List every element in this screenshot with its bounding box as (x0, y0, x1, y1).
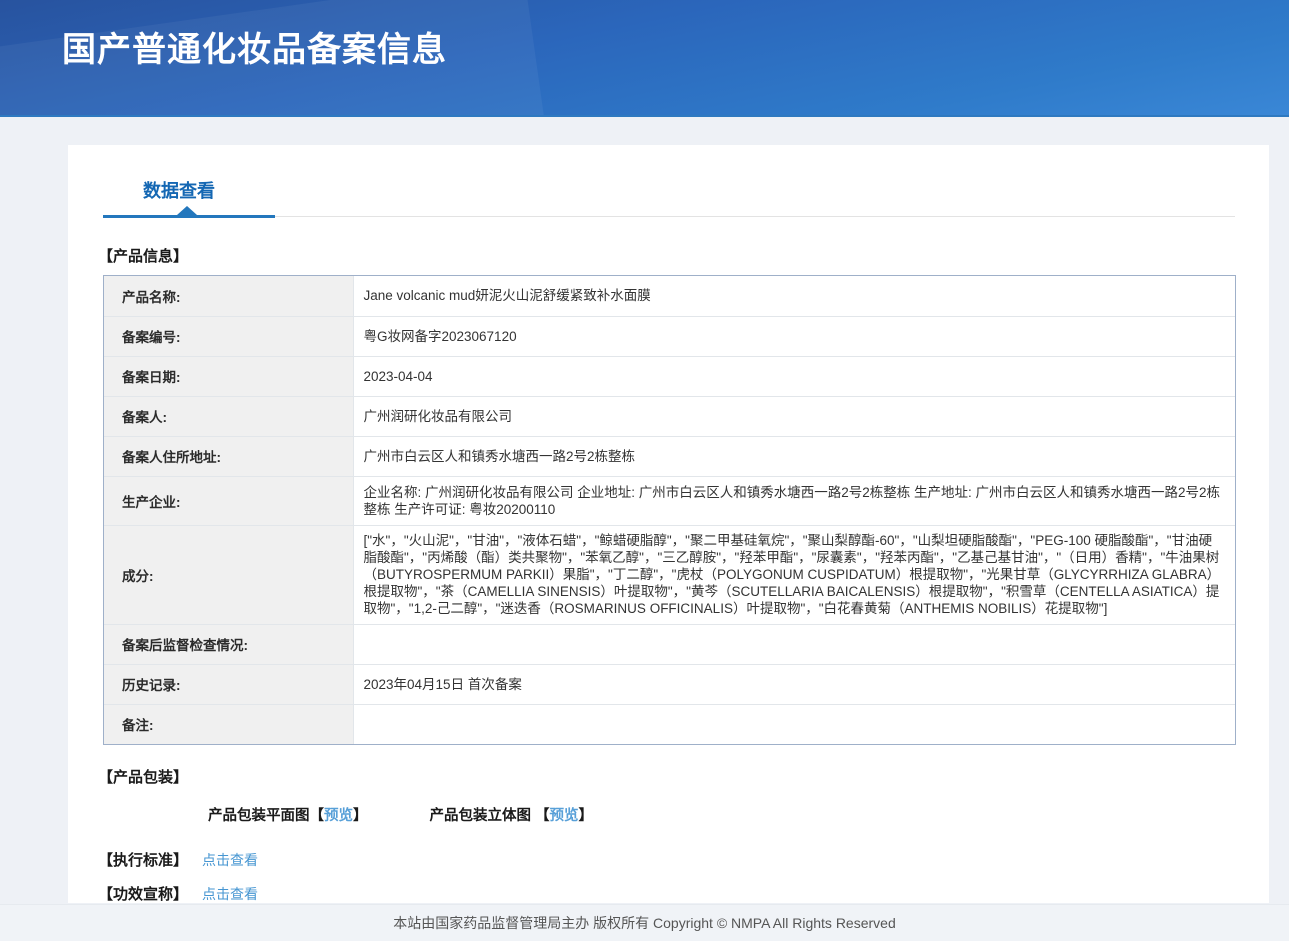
row-value: 企业名称: 广州润研化妆品有限公司 企业地址: 广州市白云区人和镇秀水塘西一路2… (353, 476, 1235, 525)
page-header: 国产普通化妆品备案信息 (0, 0, 1289, 117)
row-label: 成分: (104, 525, 353, 624)
section-title-efficacy: 【功效宣称】 (98, 886, 188, 903)
row-label: 备注: (104, 704, 353, 744)
packaging-previews: 产品包装平面图【预览】产品包装立体图 【预览】 (208, 804, 1269, 825)
row-label: 历史记录: (104, 664, 353, 704)
table-row-history: 历史记录: 2023年04月15日 首次备案 (104, 664, 1235, 704)
row-label: 备案编号: (104, 316, 353, 356)
table-row-registration-date: 备案日期: 2023-04-04 (104, 356, 1235, 396)
content-card: 数据查看 【产品信息】 产品名称: Jane volcanic mud妍泥火山泥… (68, 145, 1269, 903)
row-value (353, 624, 1235, 664)
bracket: 【 (535, 808, 550, 824)
nmpa-registration-page: { "header": { "title": "国产普通化妆品备案信息" }, … (0, 0, 1289, 941)
row-value: 广州市白云区人和镇秀水塘西一路2号2栋整栋 (353, 436, 1235, 476)
row-label: 备案人住所地址: (104, 436, 353, 476)
bracket: 】 (579, 808, 594, 824)
standard-row: 【执行标准】点击查看 (98, 849, 1269, 870)
page-title: 国产普通化妆品备案信息 (62, 22, 447, 71)
tab-active-caret-icon (177, 206, 197, 215)
table-row-registrant-address: 备案人住所地址: 广州市白云区人和镇秀水塘西一路2号2栋整栋 (104, 436, 1235, 476)
row-value: 2023年04月15日 首次备案 (353, 664, 1235, 704)
packaging-stereo-preview-link[interactable]: 预览 (550, 808, 579, 824)
tab-active-underline (103, 215, 275, 218)
product-info-table: 产品名称: Jane volcanic mud妍泥火山泥舒缓紧致补水面膜 备案编… (103, 275, 1236, 745)
section-title-packaging: 【产品包装】 (98, 766, 1269, 787)
packaging-flat-preview-link[interactable]: 预览 (324, 808, 353, 824)
table-row-registration-number: 备案编号: 粤G妆网备字2023067120 (104, 316, 1235, 356)
efficacy-row: 【功效宣称】点击查看 (98, 883, 1269, 904)
tab-data-view[interactable]: 数据查看 (143, 177, 215, 203)
page-footer: 本站由国家药品监督管理局主办 版权所有 Copyright © NMPA All… (0, 904, 1289, 941)
row-value: 广州润研化妆品有限公司 (353, 396, 1235, 436)
standard-view-link[interactable]: 点击查看 (202, 852, 258, 868)
section-title-standard: 【执行标准】 (98, 852, 188, 869)
efficacy-view-link[interactable]: 点击查看 (202, 886, 258, 902)
section-title-product-info: 【产品信息】 (98, 245, 1269, 266)
table-row-supervision: 备案后监督检查情况: (104, 624, 1235, 664)
packaging-flat-label: 产品包装平面图 (208, 808, 310, 824)
tab-bar: 数据查看 (103, 173, 1235, 217)
packaging-stereo-label: 产品包装立体图 (430, 808, 536, 824)
row-value: 粤G妆网备字2023067120 (353, 316, 1235, 356)
row-value: Jane volcanic mud妍泥火山泥舒缓紧致补水面膜 (353, 276, 1235, 316)
row-label: 备案日期: (104, 356, 353, 396)
table-row-remarks: 备注: (104, 704, 1235, 744)
row-label: 产品名称: (104, 276, 353, 316)
row-value: ["水"，"火山泥"，"甘油"，"液体石蜡"，"鲸蜡硬脂醇"，"聚二甲基硅氧烷"… (353, 525, 1235, 624)
row-label: 生产企业: (104, 476, 353, 525)
table-row-manufacturer: 生产企业: 企业名称: 广州润研化妆品有限公司 企业地址: 广州市白云区人和镇秀… (104, 476, 1235, 525)
bracket: 】 (353, 808, 368, 824)
row-label: 备案后监督检查情况: (104, 624, 353, 664)
table-row-product-name: 产品名称: Jane volcanic mud妍泥火山泥舒缓紧致补水面膜 (104, 276, 1235, 316)
row-value (353, 704, 1235, 744)
bracket: 【 (310, 808, 325, 824)
row-value: 2023-04-04 (353, 356, 1235, 396)
table-row-ingredients: 成分: ["水"，"火山泥"，"甘油"，"液体石蜡"，"鲸蜡硬脂醇"，"聚二甲基… (104, 525, 1235, 624)
row-label: 备案人: (104, 396, 353, 436)
table-row-registrant: 备案人: 广州润研化妆品有限公司 (104, 396, 1235, 436)
